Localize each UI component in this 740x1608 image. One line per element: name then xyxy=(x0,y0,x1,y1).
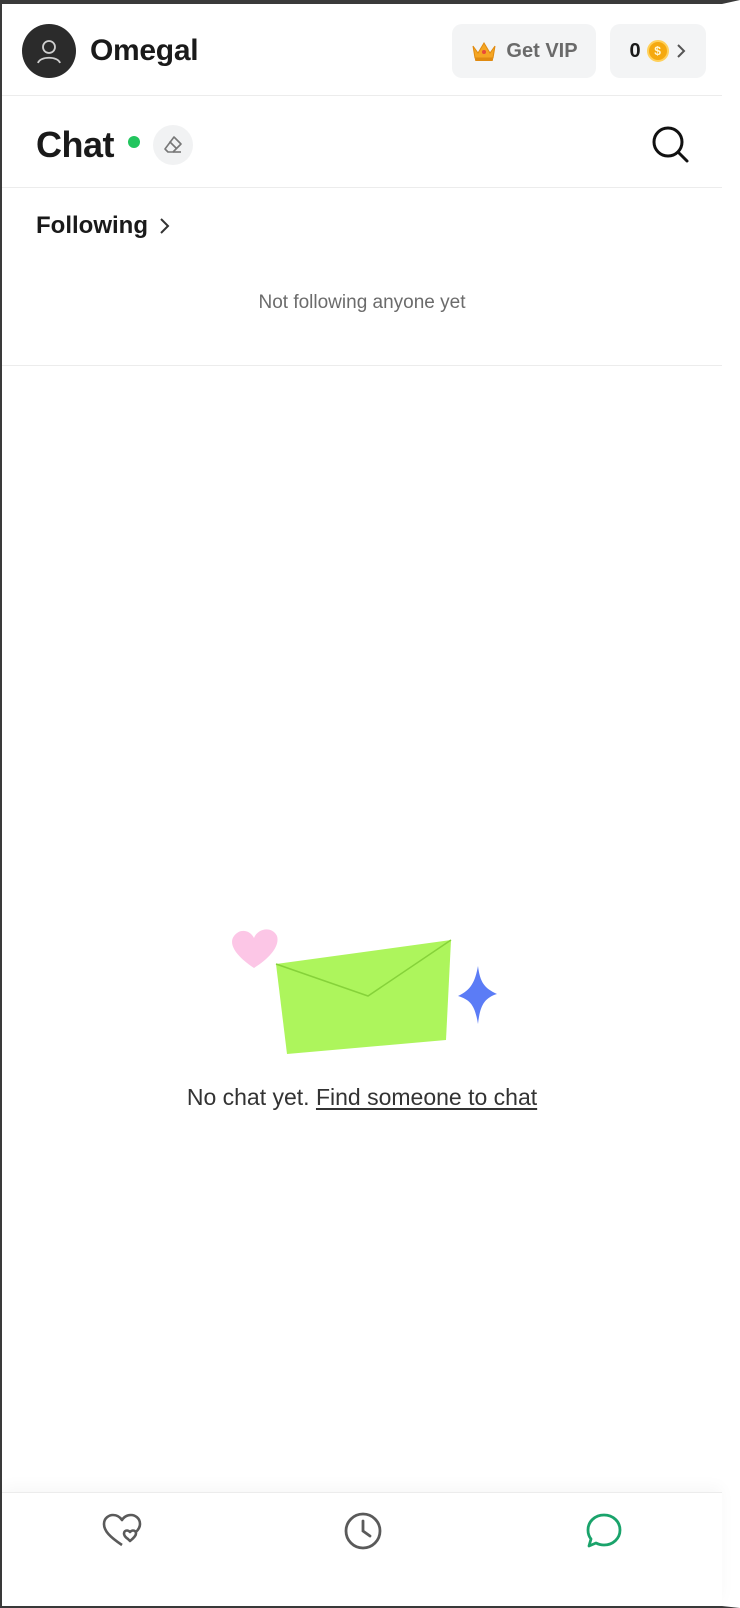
coin-icon: $ xyxy=(646,40,669,62)
nav-item-history[interactable] xyxy=(341,1509,385,1553)
page-title: Chat xyxy=(36,124,115,165)
following-link[interactable]: Following xyxy=(36,212,170,240)
clock-icon xyxy=(344,1512,382,1550)
crown-icon xyxy=(472,42,496,61)
nav-item-likes[interactable] xyxy=(100,1509,144,1553)
empty-chat-text: No chat yet. xyxy=(186,1084,310,1110)
app-root: Omegal Get VIP 0 $ Chat Following Not fo… xyxy=(2,4,722,1606)
eraser-icon xyxy=(164,136,182,153)
avatar[interactable] xyxy=(22,24,76,78)
app-name: Omegal xyxy=(90,34,199,67)
get-vip-button[interactable]: Get VIP xyxy=(452,24,596,78)
search-button[interactable] xyxy=(648,122,692,166)
nav-item-chat[interactable] xyxy=(582,1509,626,1553)
user-icon xyxy=(37,40,61,64)
empty-chat-message: No chat yet. Find someone to chat xyxy=(2,1084,722,1111)
chat-header: Chat xyxy=(2,96,722,188)
coin-count: 0 xyxy=(629,39,641,62)
top-bar: Omegal Get VIP 0 $ xyxy=(2,4,722,96)
coin-balance-button[interactable]: 0 $ xyxy=(610,24,706,78)
search-icon xyxy=(652,126,689,163)
following-empty-text: Not following anyone yet xyxy=(258,292,466,313)
online-status-dot xyxy=(128,136,140,148)
get-vip-label: Get VIP xyxy=(506,39,578,62)
heart-icon xyxy=(102,1513,142,1547)
following-section: Following Not following anyone yet xyxy=(2,188,722,366)
chevron-right-icon xyxy=(676,44,685,58)
chevron-right-icon xyxy=(160,218,170,234)
empty-chat-illustration xyxy=(232,929,497,1054)
sparkle-illustration xyxy=(458,966,497,1024)
bottom-nav xyxy=(2,1492,722,1606)
heart-illustration xyxy=(232,929,278,968)
chat-bubble-icon xyxy=(586,1513,622,1548)
find-someone-link[interactable]: Find someone to chat xyxy=(316,1084,537,1110)
following-label: Following xyxy=(36,212,148,239)
clear-chats-button[interactable] xyxy=(153,125,193,165)
